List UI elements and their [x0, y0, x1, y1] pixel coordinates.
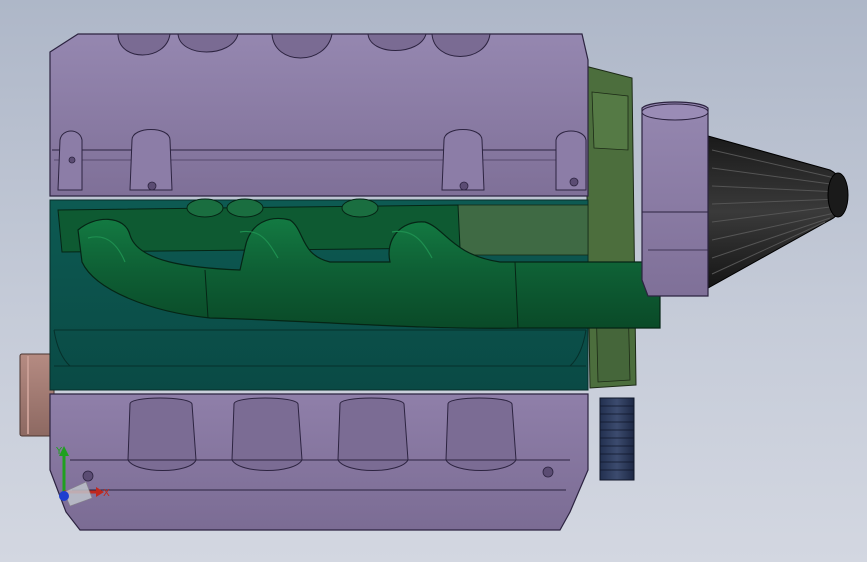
cad-viewport[interactable]: Y X — [0, 0, 867, 562]
flywheel[interactable] — [599, 397, 635, 481]
cylinder-head[interactable] — [49, 33, 589, 197]
air-filter[interactable] — [707, 135, 849, 289]
y-axis-label: Y — [55, 446, 63, 457]
z-axis-indicator — [59, 491, 69, 501]
turbo-housing[interactable] — [641, 101, 709, 297]
rear-housing[interactable] — [584, 65, 637, 389]
oil-pan[interactable] — [49, 393, 589, 531]
crank-pulley[interactable] — [19, 353, 55, 437]
engine-model-canvas[interactable]: Y X — [0, 0, 867, 562]
x-axis-label: X — [103, 488, 110, 499]
